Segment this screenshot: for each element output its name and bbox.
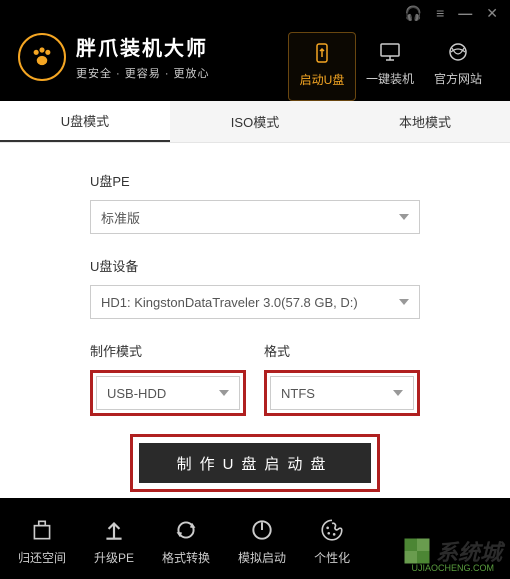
device-select[interactable]: HD1: KingstonDataTraveler 3.0(57.8 GB, D… (90, 285, 420, 319)
usb-icon (308, 41, 336, 65)
nav-label: 官方网站 (434, 70, 482, 87)
nav-label: 启动U盘 (300, 71, 345, 88)
device-value: HD1: KingstonDataTraveler 3.0(57.8 GB, D… (101, 295, 358, 310)
mode-value: USB-HDD (107, 386, 166, 401)
titlebar: 🎧 ≡ — ✕ (0, 0, 510, 22)
nav-boot-usb[interactable]: 启动U盘 (288, 32, 356, 101)
nav-label: 一键装机 (366, 70, 414, 87)
nav-one-click[interactable]: 一键装机 (356, 32, 424, 101)
paw-icon (28, 43, 56, 71)
header: 胖爪装机大师 更安全 · 更容易 · 更放心 启动U盘 一键装机 官方网站 (0, 22, 510, 101)
footer-simulate-boot[interactable]: 模拟启动 (238, 517, 286, 566)
footer-label: 个性化 (314, 549, 350, 566)
palette-icon (319, 517, 345, 543)
app-title: 胖爪装机大师 (76, 32, 210, 61)
ie-icon (444, 40, 472, 64)
footer-label: 升级PE (94, 549, 134, 566)
tab-usb-mode[interactable]: U盘模式 (0, 101, 170, 142)
footer-label: 格式转换 (162, 549, 210, 566)
form: U盘PE 标准版 U盘设备 HD1: KingstonDataTraveler … (0, 143, 510, 502)
highlight-box: USB-HDD (90, 370, 246, 416)
watermark-icon (402, 536, 432, 566)
pe-label: U盘PE (90, 171, 420, 190)
chevron-down-icon (219, 390, 229, 396)
watermark-sub: UJIAOCHENG.COM (411, 563, 494, 573)
minimize-button[interactable]: — (458, 5, 472, 21)
monitor-icon (376, 40, 404, 64)
nav-website[interactable]: 官方网站 (424, 32, 492, 101)
close-button[interactable]: ✕ (486, 5, 498, 22)
pe-value: 标准版 (101, 208, 140, 227)
format-value: NTFS (281, 386, 315, 401)
create-usb-button[interactable]: 制作U盘启动盘 (139, 443, 371, 483)
footer-label: 归还空间 (18, 549, 66, 566)
mode-label: 制作模式 (90, 341, 246, 360)
mode-select[interactable]: USB-HDD (96, 376, 240, 410)
footer-upgrade-pe[interactable]: 升级PE (94, 517, 134, 566)
pe-select[interactable]: 标准版 (90, 200, 420, 234)
format-select[interactable]: NTFS (270, 376, 414, 410)
upload-icon (101, 517, 127, 543)
menu-icon[interactable]: ≡ (436, 5, 444, 21)
chevron-down-icon (393, 390, 403, 396)
format-label: 格式 (264, 341, 420, 360)
highlight-box: NTFS (264, 370, 420, 416)
device-label: U盘设备 (90, 256, 420, 275)
tab-iso-mode[interactable]: ISO模式 (170, 101, 340, 142)
app-subtitle: 更安全 · 更容易 · 更放心 (76, 65, 210, 81)
refresh-icon (173, 517, 199, 543)
tab-local-mode[interactable]: 本地模式 (340, 101, 510, 142)
chevron-down-icon (399, 299, 409, 305)
highlight-box: 制作U盘启动盘 (130, 434, 380, 492)
support-icon[interactable]: 🎧 (405, 5, 422, 22)
main-panel: U盘模式 ISO模式 本地模式 U盘PE 标准版 U盘设备 HD1: Kings… (0, 101, 510, 498)
app-logo (18, 33, 66, 81)
chevron-down-icon (399, 214, 409, 220)
footer-restore-space[interactable]: 归还空间 (18, 517, 66, 566)
footer-personalize[interactable]: 个性化 (314, 517, 350, 566)
power-icon (249, 517, 275, 543)
mode-tabs: U盘模式 ISO模式 本地模式 (0, 101, 510, 143)
logo-block: 胖爪装机大师 更安全 · 更容易 · 更放心 (18, 32, 210, 81)
nav-icons: 启动U盘 一键装机 官方网站 (288, 32, 492, 101)
footer-label: 模拟启动 (238, 549, 286, 566)
box-icon (29, 517, 55, 543)
footer-format-convert[interactable]: 格式转换 (162, 517, 210, 566)
